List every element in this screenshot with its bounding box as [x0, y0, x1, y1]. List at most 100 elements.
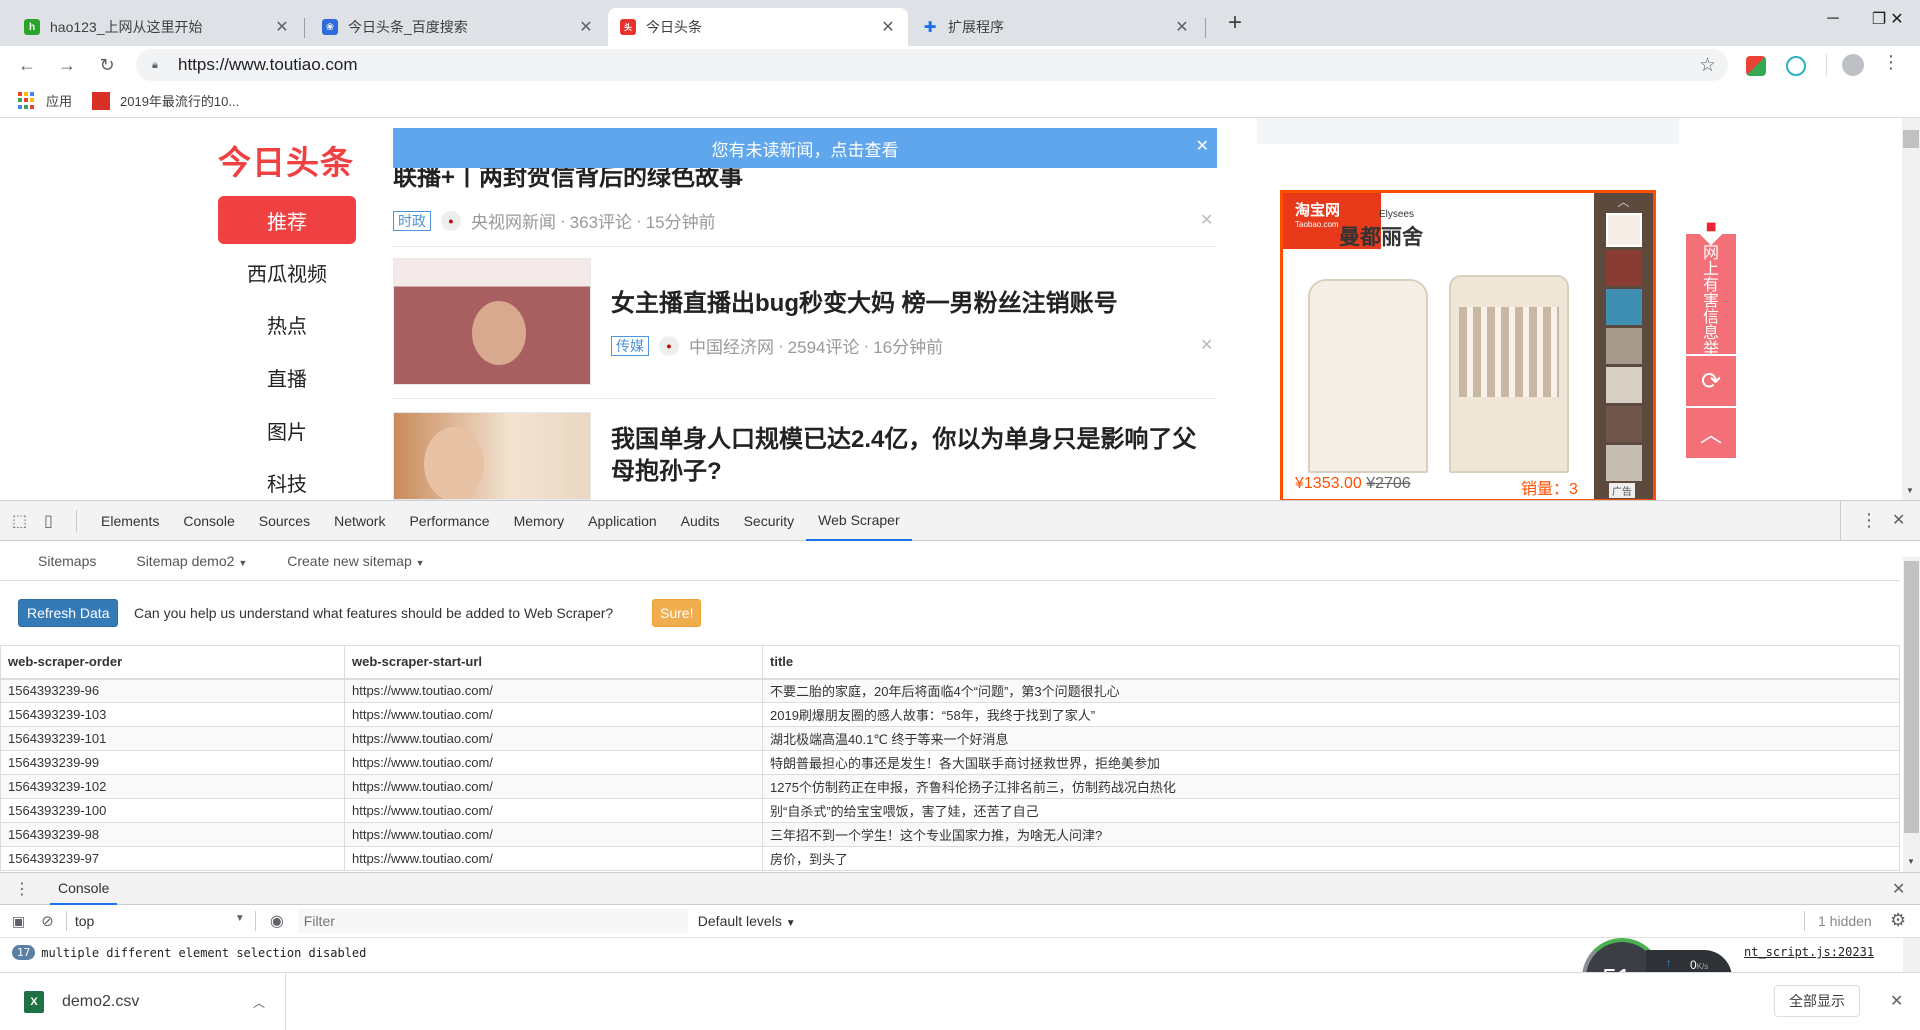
report-harmful-info-button[interactable]: ◆ 网上有害信息举报 [1686, 208, 1736, 374]
clear-console-icon[interactable]: ⊘ [41, 912, 54, 930]
news-time: 16分钟前 [873, 338, 944, 357]
devtools-tab-performance[interactable]: Performance [397, 501, 501, 541]
extension-icon[interactable] [1746, 56, 1766, 76]
tab-baidu[interactable]: ❀ 今日头条_百度搜索 ✕ [310, 8, 606, 46]
scroll-down-icon[interactable]: ▼ [1906, 486, 1914, 495]
inspect-element-icon[interactable]: ⬚ [12, 511, 32, 531]
nav-recommend[interactable]: 推荐 [218, 196, 356, 244]
new-tab-button[interactable]: + [1220, 8, 1250, 38]
devtools-tab-memory[interactable]: Memory [502, 501, 577, 541]
devtools-close-icon[interactable]: ✕ [1892, 510, 1905, 530]
sure-button[interactable]: Sure! [652, 599, 702, 627]
browser-menu-icon[interactable]: ⋮ [1882, 52, 1900, 73]
devtools-scrollbar-thumb[interactable] [1904, 561, 1919, 833]
dislike-close-icon[interactable]: ✕ [1200, 335, 1213, 355]
ad-thumb[interactable] [1605, 406, 1642, 442]
devtools-tab-elements[interactable]: Elements [89, 501, 171, 541]
devtools-scrollbar[interactable]: ▼ [1903, 557, 1920, 873]
toutiao-logo[interactable]: 今日头条 [218, 136, 354, 184]
ad-thumb[interactable] [1605, 213, 1642, 247]
ad-thumb[interactable] [1605, 445, 1642, 481]
devtools-tab-web-scraper[interactable]: Web Scraper [806, 501, 912, 541]
tab-toutiao[interactable]: 头 今日头条 ✕ [608, 8, 908, 46]
log-levels-dropdown[interactable]: Default levels ▼ [698, 913, 796, 929]
close-icon[interactable]: ✕ [274, 17, 290, 37]
ws-nav-sitemap-demo2[interactable]: Sitemap demo2 ▼ [116, 553, 267, 569]
devtools-tab-network[interactable]: Network [322, 501, 397, 541]
devtools-tab-security[interactable]: Security [732, 501, 807, 541]
refresh-data-button[interactable]: Refresh Data [18, 599, 119, 627]
drawer-close-icon[interactable]: ✕ [1892, 879, 1905, 899]
show-all-downloads-button[interactable]: 全部显示 [1774, 985, 1860, 1017]
ws-nav-sitemaps[interactable]: Sitemaps [0, 553, 116, 569]
page-scrollbar-thumb[interactable] [1903, 130, 1919, 148]
close-icon[interactable]: ✕ [578, 17, 594, 37]
taobao-brand: 淘宝网 [1295, 202, 1341, 219]
news-title[interactable]: 女主播直播出bug秒变大妈 榜一男粉丝注销账号 [611, 288, 1118, 320]
close-icon[interactable]: ✕ [1174, 17, 1190, 37]
bookmark-apps[interactable]: 应用 [18, 91, 72, 110]
ws-nav-create-sitemap[interactable]: Create new sitemap ▼ [267, 553, 444, 569]
devtools-tab-audits[interactable]: Audits [669, 501, 732, 541]
close-icon[interactable]: ✕ [880, 17, 896, 37]
puzzle-icon: ✚ [923, 19, 937, 36]
console-settings-icon[interactable]: ⚙ [1890, 910, 1906, 931]
eye-icon[interactable]: ◉ [270, 911, 284, 931]
taobao-ad[interactable]: 淘宝网 Taobao.com Elysees 曼都丽舍 ¥1353.00 ¥27… [1280, 190, 1656, 500]
console-filter-input[interactable] [297, 909, 688, 933]
page-scrollbar[interactable]: ▼ [1902, 118, 1920, 500]
minimize-button[interactable]: ─ [1810, 0, 1856, 38]
drawer-menu-icon[interactable]: ⋮ [14, 879, 30, 899]
message-source-link[interactable]: nt_script.js:20231 [1744, 945, 1874, 959]
news-source[interactable]: 中国经济网 [689, 333, 774, 358]
ad-thumb[interactable] [1605, 250, 1642, 286]
devtools-tab-sources[interactable]: Sources [247, 501, 322, 541]
device-toolbar-icon[interactable]: ▯ [44, 511, 64, 531]
news-comments[interactable]: 2594评论 [788, 333, 860, 358]
profile-avatar-icon[interactable] [1842, 54, 1864, 76]
news-comments[interactable]: 363评论 [570, 208, 632, 233]
tab-extensions[interactable]: ✚ 扩展程序 ✕ [910, 8, 1202, 46]
nav-hot[interactable]: 热点 [218, 300, 356, 348]
ad-thumb[interactable] [1605, 328, 1642, 364]
news-title[interactable]: 我国单身人口规模已达2.4亿，你以为单身只是影响了父母抱孙子? [611, 424, 1201, 488]
chevron-up-icon[interactable]: ︿ [1594, 193, 1653, 213]
back-button[interactable]: ← [12, 50, 42, 80]
news-thumbnail[interactable] [393, 258, 591, 385]
devtools-menu-icon[interactable]: ⋮ [1860, 510, 1878, 531]
nav-xigua-video[interactable]: 西瓜视频 [218, 248, 356, 296]
nav-tech[interactable]: 科技 [218, 458, 356, 500]
devtools-tab-application[interactable]: Application [576, 501, 669, 541]
chevron-up-icon[interactable]: ︿ [253, 994, 265, 1011]
ad-thumb[interactable] [1605, 367, 1642, 403]
drawer-tab-console[interactable]: Console [50, 873, 118, 905]
context-selector[interactable]: top ▼ [75, 913, 245, 929]
download-item[interactable]: X demo2.csv ︿ [0, 973, 286, 1030]
table-row: 1564393239-100 https://www.toutiao.com/别“… [0, 798, 1900, 823]
web-scraper-extension-icon[interactable] [1786, 56, 1806, 76]
caret-down-icon: ▼ [415, 557, 425, 568]
news-thumbnail[interactable] [393, 412, 591, 500]
bookmark-item[interactable]: 2019年最流行的10... [92, 91, 239, 110]
nav-live[interactable]: 直播 [218, 353, 356, 401]
source-logo-icon: ● [659, 335, 679, 356]
forward-button[interactable]: → [52, 50, 82, 80]
address-bar[interactable]: 🔒︎ https://www.toutiao.com ☆ [136, 49, 1728, 81]
close-icon[interactable]: ✕ [1196, 136, 1209, 156]
news-source[interactable]: 央视网新闻 [471, 208, 556, 233]
unread-news-banner[interactable]: 您有未读新闻，点击查看 ✕ [393, 128, 1217, 168]
console-scrollbar[interactable] [1903, 938, 1920, 973]
reload-button[interactable]: ↻ [92, 50, 122, 80]
window-close-button[interactable]: ✕ [1874, 0, 1920, 38]
scroll-down-icon[interactable]: ▼ [1907, 857, 1915, 866]
bookmark-star-icon[interactable]: ☆ [1699, 54, 1716, 77]
refresh-icon[interactable]: ⟳ [1686, 356, 1736, 406]
close-shelf-icon[interactable]: ✕ [1890, 991, 1903, 1011]
back-to-top-icon[interactable]: ︿ [1686, 408, 1736, 458]
dislike-close-icon[interactable]: ✕ [1200, 210, 1213, 230]
nav-images[interactable]: 图片 [218, 406, 356, 454]
sidebar-toggle-icon[interactable]: ▣ [12, 913, 25, 930]
tab-hao123[interactable]: h hao123_上网从这里开始 ✕ [12, 8, 302, 46]
devtools-tab-console[interactable]: Console [171, 501, 246, 541]
ad-thumb[interactable] [1605, 289, 1642, 325]
